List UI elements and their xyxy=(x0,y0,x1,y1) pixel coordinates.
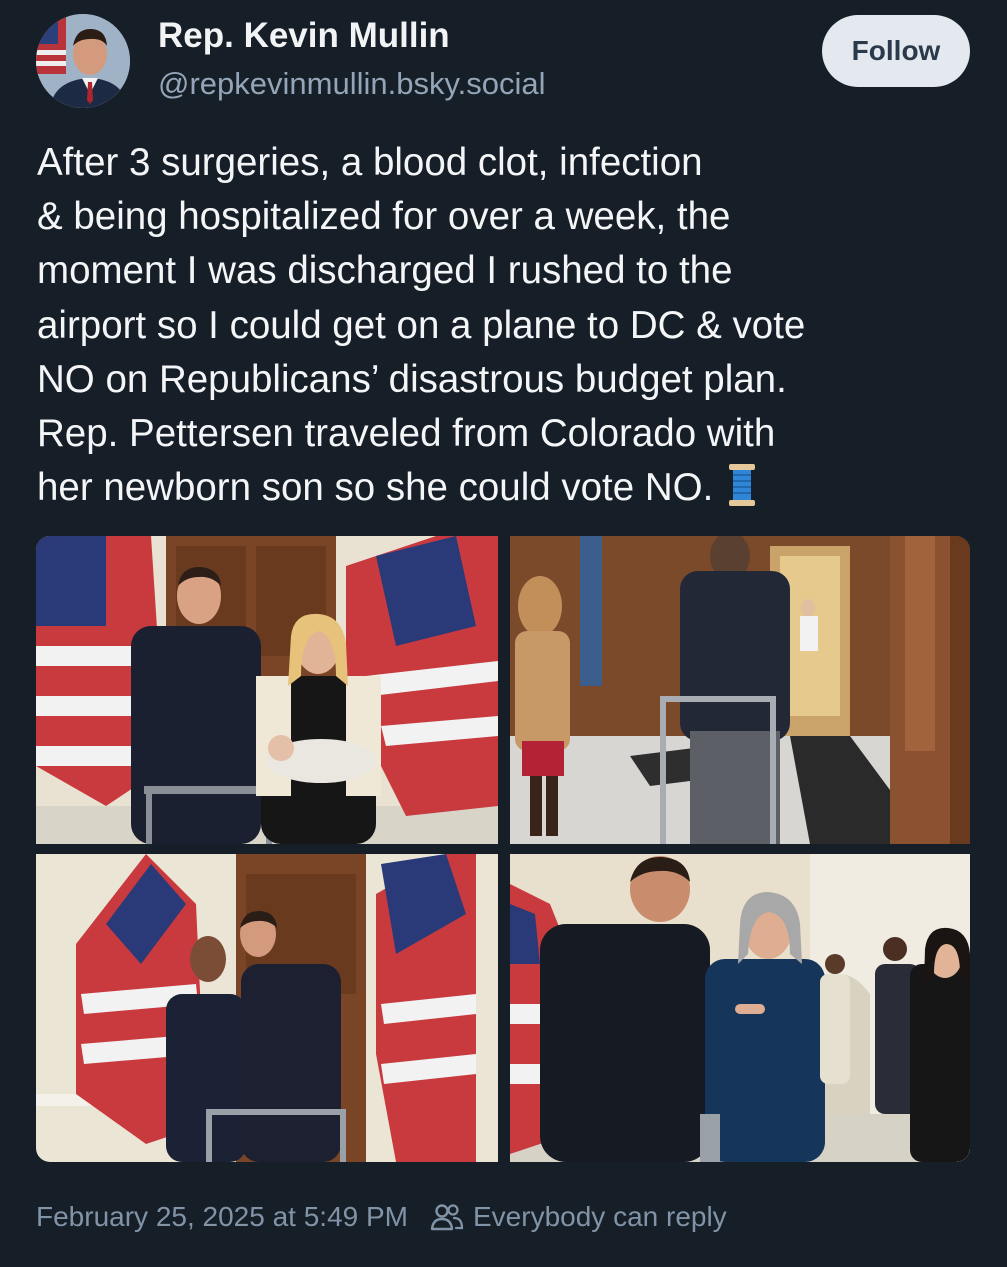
author-handle[interactable]: @repkevinmullin.bsky.social xyxy=(158,66,546,102)
post-text-line-content: her newborn son so she could vote NO. xyxy=(37,466,714,510)
spool-of-thread-icon xyxy=(729,464,756,507)
post-text-line: NO on Republicans’ disastrous budget pla… xyxy=(37,357,787,401)
post-text-line: moment I was discharged I rushed to the xyxy=(37,249,733,293)
post-text-line: After 3 surgeries, a blood clot, infecti… xyxy=(37,141,703,184)
post-image-4[interactable] xyxy=(510,854,970,1162)
post-image-2[interactable] xyxy=(510,536,970,844)
reply-setting[interactable]: Everybody can reply xyxy=(473,1201,727,1233)
author-display-name[interactable]: Rep. Kevin Mullin xyxy=(158,16,450,56)
author-avatar[interactable] xyxy=(36,14,130,108)
avatar-photo-icon xyxy=(36,14,130,108)
photo-hallway-walker-icon xyxy=(510,536,970,844)
post-text-line: airport so I could get on a plane to DC … xyxy=(37,303,806,347)
people-icon xyxy=(430,1204,464,1231)
photo-conversation-hallway-icon xyxy=(510,854,970,1162)
post-text-line: Rep. Pettersen traveled from Colorado wi… xyxy=(37,412,776,456)
photo-flags-couple-baby-icon xyxy=(36,536,498,844)
post-timestamp[interactable]: February 25, 2025 at 5:49 PM xyxy=(36,1201,408,1233)
post-text-line-last: her newborn son so she could vote NO. xyxy=(37,461,977,515)
post-card: Rep. Kevin Mullin @repkevinmullin.bsky.s… xyxy=(0,0,1007,1267)
follow-button[interactable]: Follow xyxy=(822,15,970,87)
post-text-line: & being hospitalized for over a week, th… xyxy=(37,195,731,239)
photo-flags-two-men-icon xyxy=(36,854,498,1162)
post-meta: February 25, 2025 at 5:49 PM Everybody c… xyxy=(36,1200,727,1234)
post-text: After 3 surgeries, a blood clot, infecti… xyxy=(37,136,977,515)
image-grid xyxy=(36,536,970,1162)
post-image-1[interactable] xyxy=(36,536,498,844)
post-image-3[interactable] xyxy=(36,854,498,1162)
